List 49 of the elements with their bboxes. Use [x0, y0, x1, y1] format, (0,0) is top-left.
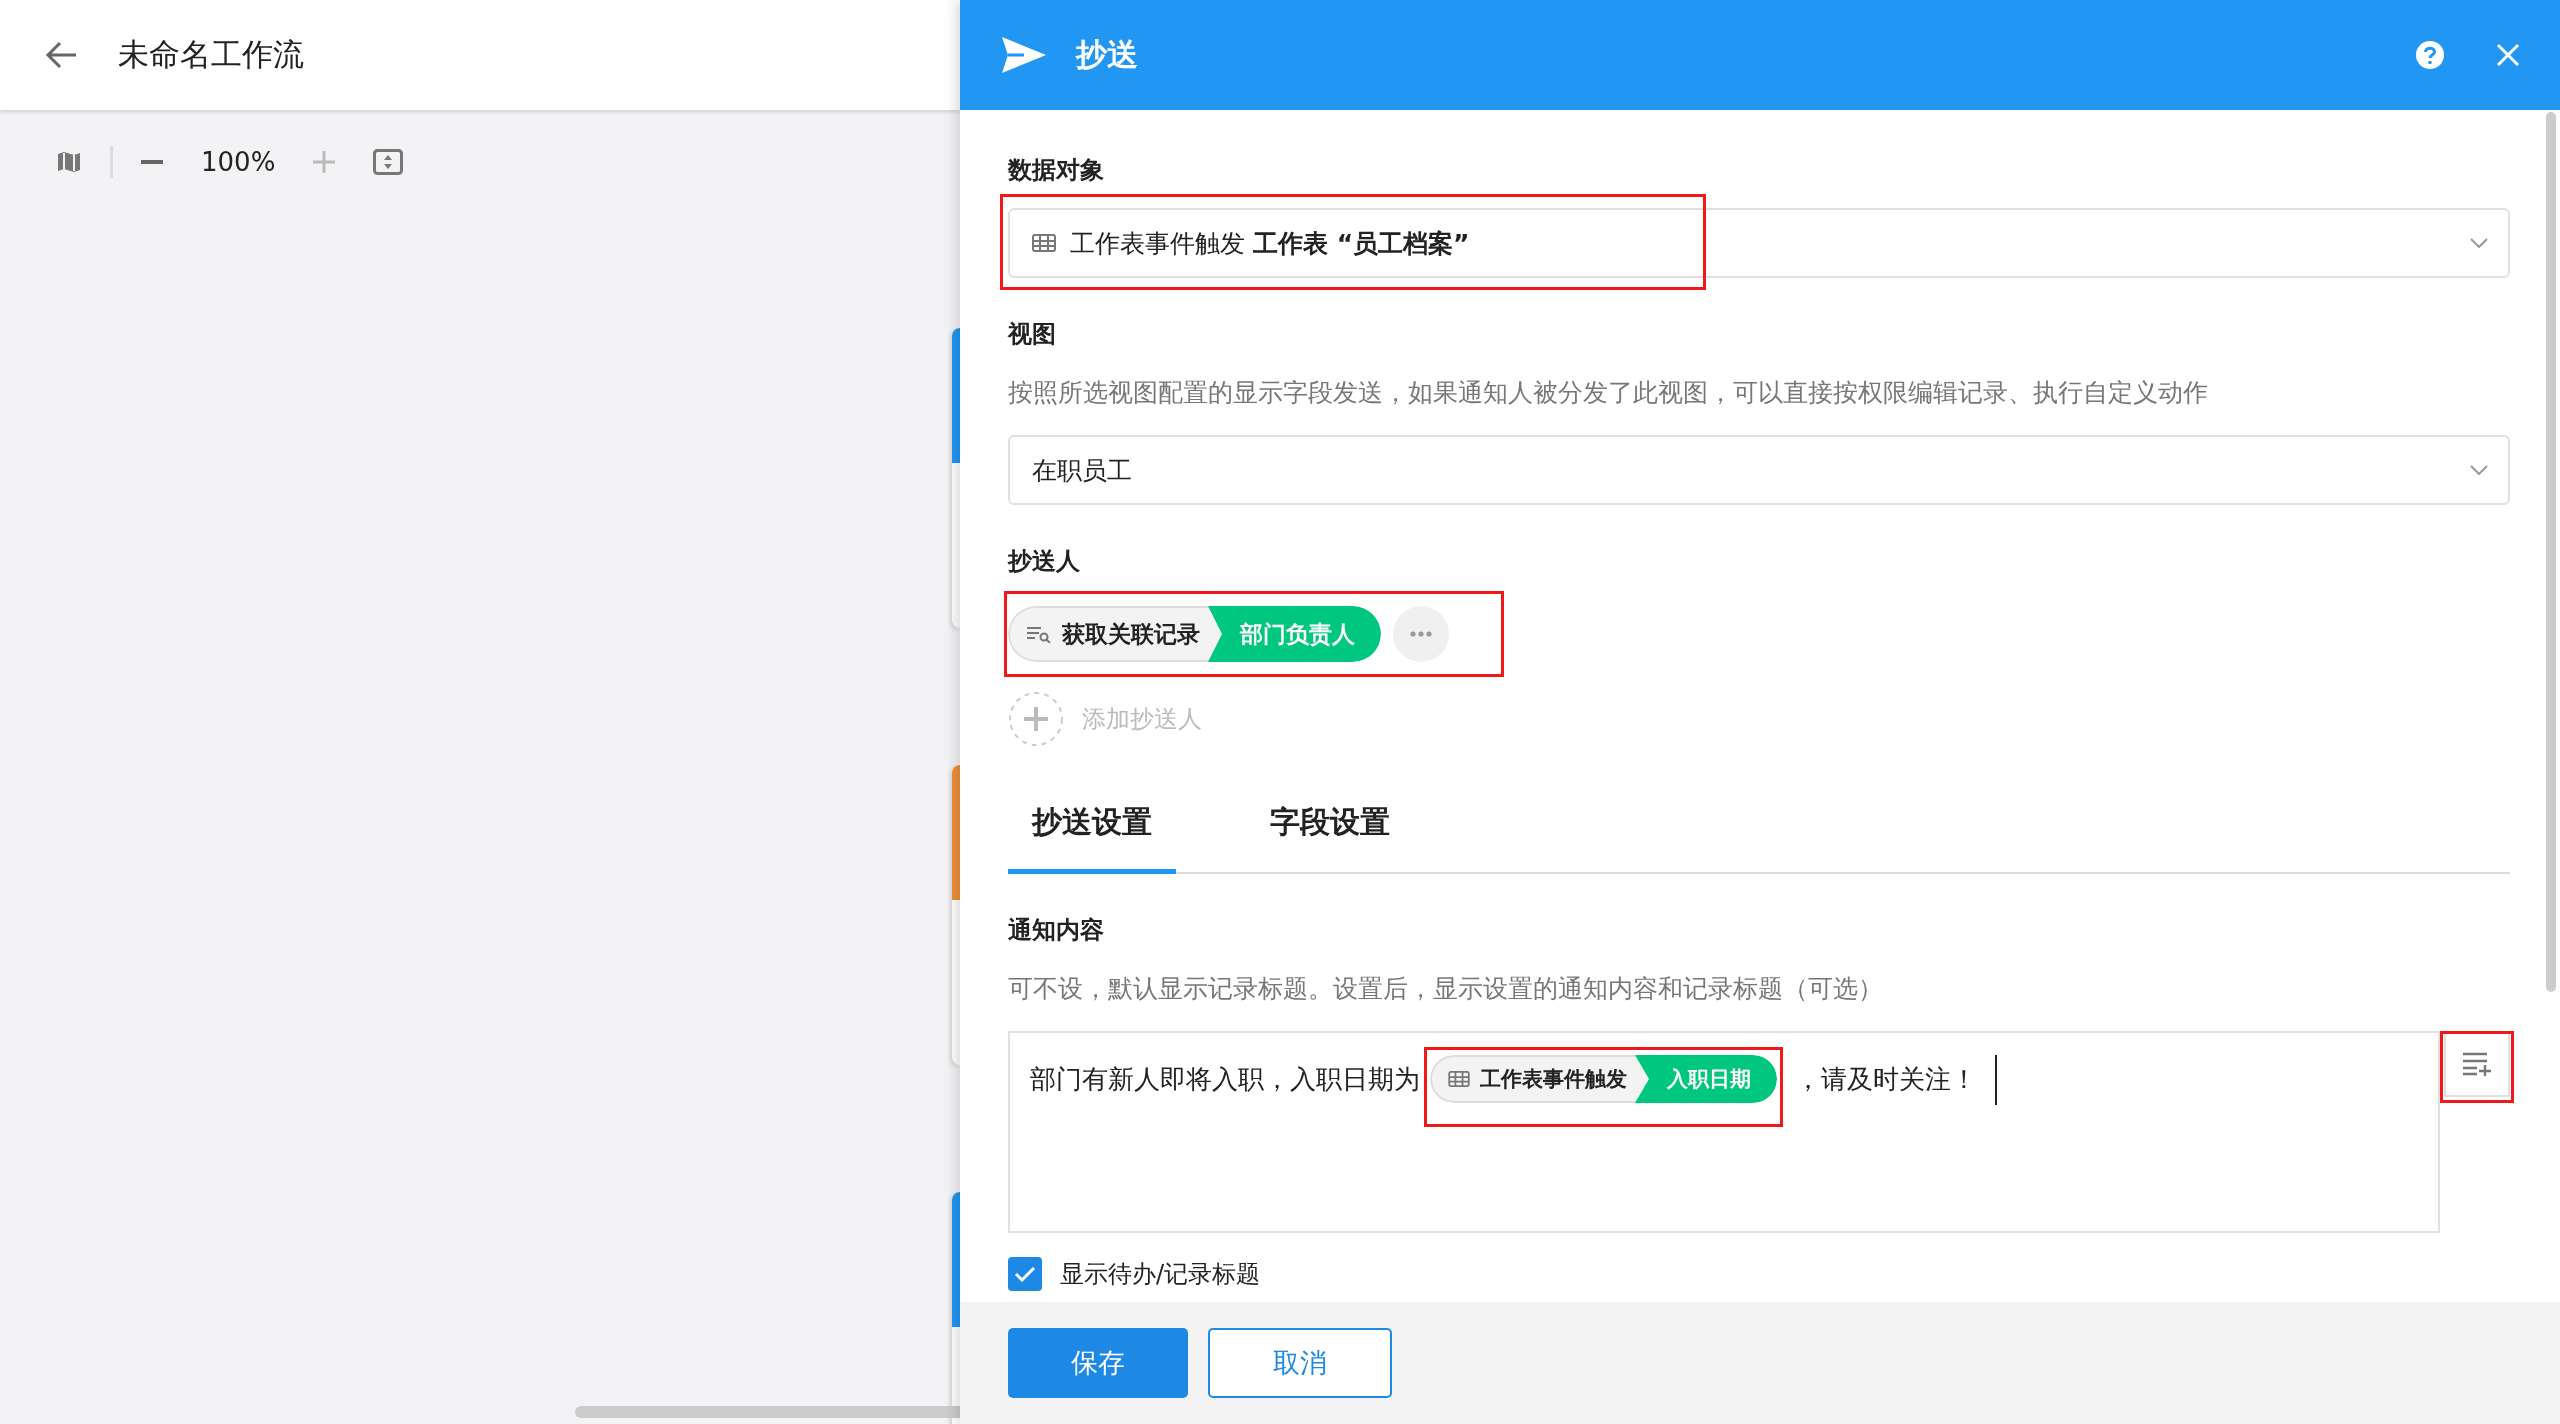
section-label: 视图: [1008, 319, 1057, 350]
more-button[interactable]: [1393, 606, 1449, 662]
text-cursor: [1995, 1055, 1997, 1105]
chip-source: 工作表事件触发: [1480, 1066, 1627, 1093]
workflow-title: 未命名工作流: [118, 35, 304, 74]
section-label: 数据对象: [1008, 155, 1105, 186]
chip-field: 部门负责人: [1208, 606, 1381, 662]
node-card[interactable]: [952, 1192, 960, 1424]
footer-button[interactable]: 保存: [1008, 1328, 1188, 1398]
node-card[interactable]: [952, 328, 960, 628]
insert-field-button[interactable]: [2444, 1031, 2510, 1097]
add-circle-icon[interactable]: [1008, 691, 1064, 747]
table-icon: [1032, 234, 1056, 252]
view-select[interactable]: 在职员工: [1008, 435, 2510, 505]
notice-editor[interactable]: 部门有新人即将入职，入职日期为 工作表事件触发 入职日期 ，请及时关注！: [1008, 1031, 2440, 1233]
chevron-down-icon: [2470, 465, 2488, 475]
scrollbar[interactable]: [575, 1406, 960, 1418]
scrollbar[interactable]: [2546, 112, 2556, 992]
notice-text: ，请及时关注！: [1795, 1063, 1977, 1096]
chip-source: 获取关联记录: [1062, 619, 1200, 649]
tab[interactable]: 字段设置: [1246, 802, 1414, 874]
hint-text: 可不设，默认显示记录标题。设置后，显示设置的通知内容和记录标题（可选）: [1008, 973, 1884, 1005]
back-icon[interactable]: [44, 40, 78, 70]
insert-field-icon: [2462, 1052, 2492, 1076]
checkbox[interactable]: [1008, 1257, 1042, 1291]
table-icon: [1448, 1071, 1470, 1087]
footer-button[interactable]: 取消: [1208, 1328, 1392, 1398]
ellipsis-icon: [1410, 631, 1432, 637]
checkbox-label: 显示待办/记录标题: [1060, 1259, 1261, 1290]
list-search-icon: [1026, 625, 1052, 643]
section-label: 通知内容: [1008, 915, 1105, 946]
hint-text: 按照所选视图配置的显示字段发送，如果通知人被分发了此视图，可以直接按权限编辑记录、执行自定义动作: [1008, 377, 2209, 409]
tab[interactable]: 抄送设置: [1008, 802, 1176, 874]
check-icon: [1014, 1265, 1036, 1283]
zoom-level: 100%: [201, 147, 276, 177]
fit-screen-icon[interactable]: [373, 149, 404, 175]
chip-field: 入职日期: [1635, 1055, 1777, 1103]
section-label: 抄送人: [1008, 546, 1081, 577]
close-icon[interactable]: [2496, 43, 2520, 67]
chevron-down-icon: [2470, 238, 2488, 248]
select-value: 在职员工: [1032, 454, 1132, 487]
select-value: 工作表事件触发 工作表 “员工档案”: [1070, 227, 1470, 260]
panel-title: 抄送: [1076, 35, 1138, 74]
help-icon[interactable]: [2416, 41, 2444, 69]
notice-text: 部门有新人即将入职，入职日期为: [1030, 1063, 1420, 1096]
node-card[interactable]: [952, 765, 960, 1065]
send-icon: [1002, 37, 1046, 73]
data-object-select[interactable]: 工作表事件触发 工作表 “员工档案”: [1008, 208, 2510, 278]
map-icon[interactable]: [56, 149, 82, 175]
